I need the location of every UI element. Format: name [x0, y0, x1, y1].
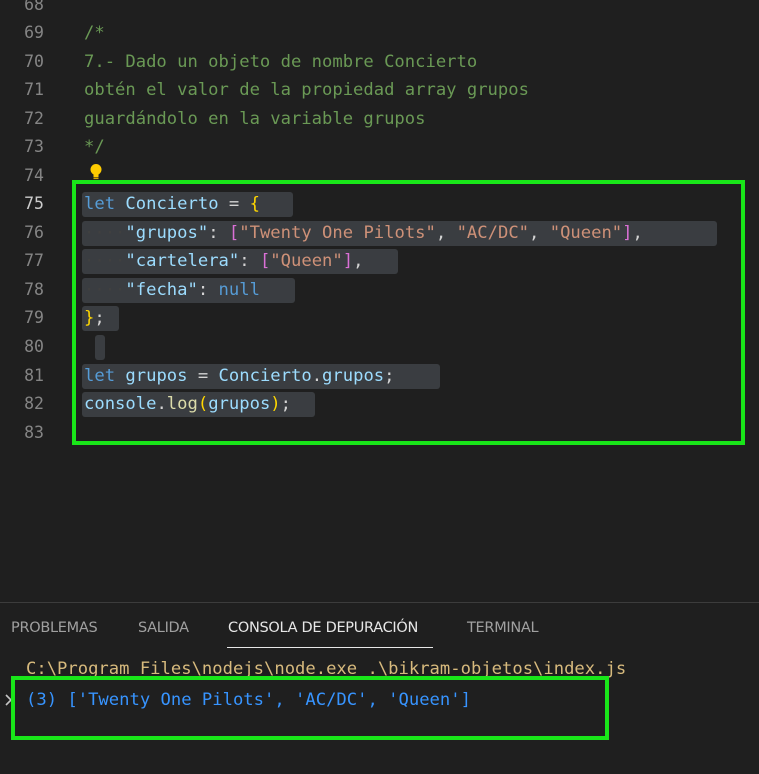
comment-text: /*	[84, 23, 105, 43]
line-number: 71	[24, 80, 44, 99]
code-line[interactable]: 82 console.log(grupos);	[0, 390, 759, 418]
comment-text: 7.- Dado un objeto de nombre Concierto	[84, 52, 478, 72]
code-line[interactable]: 72 guardándolo en la variable grupos	[0, 105, 759, 133]
code-line[interactable]: 71 obtén el valor de la propiedad array …	[0, 76, 759, 104]
code-line[interactable]: 77 ····"cartelera": ["Queen"],	[0, 247, 759, 275]
code-editor[interactable]: 68 69 /* 70 7.- Dado un objeto de nombre…	[0, 0, 759, 600]
panel-tabs: PROBLEMAS SALIDA CONSOLA DE DEPURACIÓN T…	[0, 603, 759, 649]
line-number: 74	[24, 166, 44, 185]
line-number: 75	[24, 194, 44, 213]
comment-text: */	[84, 137, 105, 157]
line-number: 81	[24, 366, 44, 385]
line-number: 77	[24, 251, 44, 270]
line-number: 72	[24, 109, 44, 128]
code-line[interactable]: 83	[0, 419, 759, 447]
lightbulb-icon[interactable]	[89, 163, 103, 181]
code-line[interactable]: 69 /*	[0, 19, 759, 47]
code-line[interactable]: 81 let grupos = Concierto.grupos;	[0, 362, 759, 390]
line-number: 70	[24, 52, 44, 71]
code-text: let Concierto = {	[84, 194, 260, 214]
tab-problemas[interactable]: PROBLEMAS	[11, 620, 98, 636]
line-number: 80	[24, 337, 44, 356]
code-text: ····"grupos": ["Twenty One Pilots", "AC/…	[84, 223, 643, 243]
code-text: ····"fecha": null	[84, 280, 260, 300]
code-line[interactable]: 68	[0, 0, 759, 19]
tab-salida[interactable]: SALIDA	[138, 620, 189, 636]
line-number: 79	[24, 308, 44, 327]
comment-text: obtén el valor de la propiedad array gru…	[84, 80, 529, 100]
active-tab-indicator	[227, 647, 433, 648]
chevron-right-icon[interactable]	[4, 693, 14, 707]
tab-consola-depuracion[interactable]: CONSOLA DE DEPURACIÓN	[228, 620, 418, 636]
bottom-panel: PROBLEMAS SALIDA CONSOLA DE DEPURACIÓN T…	[0, 602, 759, 774]
code-line[interactable]: 79 };	[0, 304, 759, 332]
line-number: 76	[24, 223, 44, 242]
code-line[interactable]: 74	[0, 162, 759, 190]
line-number: 73	[24, 137, 44, 156]
code-line[interactable]: 75 let Concierto = {	[0, 190, 759, 218]
code-line[interactable]: 80	[0, 333, 759, 361]
tab-terminal[interactable]: TERMINAL	[467, 620, 539, 636]
line-number: 83	[24, 423, 44, 442]
code-line[interactable]: 76 ····"grupos": ["Twenty One Pilots", "…	[0, 219, 759, 247]
code-text: };	[84, 308, 105, 328]
line-number: 78	[24, 280, 44, 299]
line-number: 82	[24, 394, 44, 413]
line-number: 69	[24, 23, 44, 42]
code-text: console.log(grupos);	[84, 394, 292, 414]
code-line[interactable]: 73 */	[0, 133, 759, 161]
code-line[interactable]: 78 ····"fecha": null	[0, 276, 759, 304]
console-command-line: C:\Program Files\nodejs\node.exe .\bikra…	[26, 659, 627, 679]
line-number: 68	[24, 0, 44, 14]
selection-highlight	[95, 335, 105, 360]
console-output-line[interactable]: (3) ['Twenty One Pilots', 'AC/DC', 'Quee…	[26, 686, 471, 714]
comment-text: guardándolo en la variable grupos	[84, 109, 426, 129]
code-text: let grupos = Concierto.grupos;	[84, 366, 395, 386]
code-text: ····"cartelera": ["Queen"],	[84, 251, 364, 271]
code-line[interactable]: 70 7.- Dado un objeto de nombre Conciert…	[0, 48, 759, 76]
